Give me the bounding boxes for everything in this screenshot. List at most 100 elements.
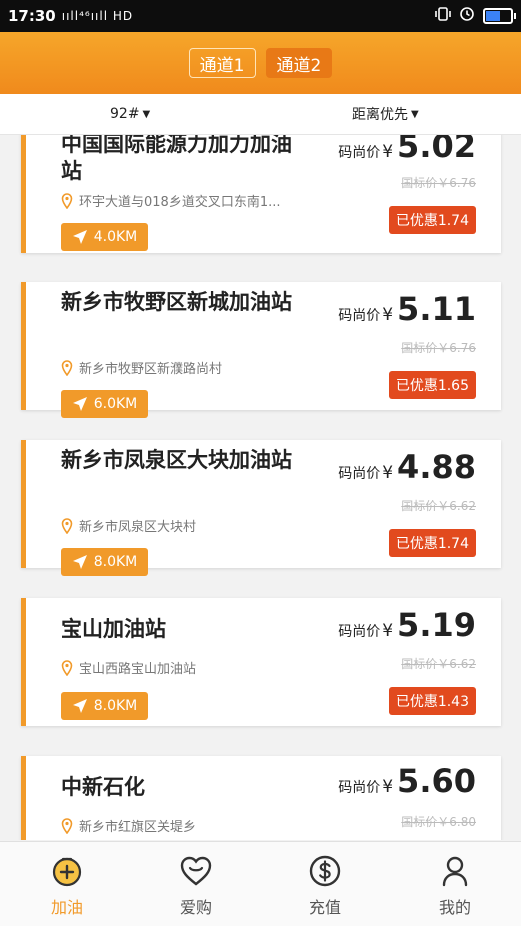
fuel-type-filter[interactable]: 92# ▼ xyxy=(110,106,150,122)
filter-bar: 92# ▼ 距离优先 ▼ xyxy=(0,94,521,135)
dollar-coin-icon xyxy=(309,855,341,887)
distance-badge[interactable]: 8.0KM xyxy=(61,692,148,720)
discount-badge: 已优惠1.74 xyxy=(388,206,476,234)
distance-text: 4.0KM xyxy=(93,229,138,245)
discount-badge: 已优惠1.74 xyxy=(388,529,476,557)
signal-icon: ııll⁴⁶ııll HD xyxy=(61,9,134,23)
station-card[interactable]: 中新石化 新乡市红旗区关堤乡 码尚价 ¥ 5.60 国标价￥6.80 xyxy=(21,756,501,840)
navigation-arrow-icon xyxy=(72,230,87,244)
discount-badge: 已优惠1.43 xyxy=(388,687,476,715)
station-name: 中国国际能源力加力加油站 xyxy=(61,135,292,183)
price-value: 5.02 xyxy=(397,135,476,165)
station-price: 码尚价 ¥ 5.19 xyxy=(338,606,476,644)
price-label: 码尚价 xyxy=(338,308,381,324)
price-label: 码尚价 xyxy=(338,466,381,482)
location-pin-icon xyxy=(61,517,73,534)
station-price: 码尚价 ¥ 4.88 xyxy=(338,448,476,486)
tab-channel-2[interactable]: 通道2 xyxy=(265,48,333,78)
nav-label: 我的 xyxy=(438,898,471,917)
card-accent-bar xyxy=(21,282,26,410)
list-price: 国标价￥6.80 xyxy=(401,815,476,829)
distance-badge[interactable]: 8.0KM xyxy=(61,548,148,576)
price-label: 码尚价 xyxy=(338,780,381,796)
station-address-text: 新乡市牧野区新濮路尚村 xyxy=(79,362,223,377)
station-price: 码尚价 ¥ 5.60 xyxy=(338,762,476,800)
price-label: 码尚价 xyxy=(338,145,381,161)
price-label: 码尚价 xyxy=(338,624,381,640)
station-name: 中新石化 xyxy=(61,775,145,799)
bottom-nav: 加油 爱购 充值 我的 xyxy=(0,841,521,926)
location-pin-icon xyxy=(61,359,73,376)
nav-label: 加油 xyxy=(50,898,83,917)
location-pin-icon xyxy=(61,192,73,209)
status-time: 17:30 xyxy=(8,7,56,25)
station-address-text: 环宇大道与018乡道交叉口东南1... xyxy=(79,195,281,210)
station-address-text: 新乡市红旗区关堤乡 xyxy=(79,820,197,835)
station-address: 新乡市牧野区新濮路尚村 xyxy=(61,358,222,377)
station-card[interactable]: 新乡市凤泉区大块加油站 新乡市凤泉区大块村 8.0KM 码尚价 ¥ 4.88 国… xyxy=(21,440,501,576)
nav-label: 爱购 xyxy=(179,898,212,917)
status-bar: 17:30 ııll⁴⁶ııll HD xyxy=(0,0,521,32)
location-pin-icon xyxy=(61,659,73,676)
currency-symbol: ¥ xyxy=(382,777,394,797)
heart-shop-icon xyxy=(180,856,212,886)
station-card[interactable]: 中国国际能源力加力加油站 环宇大道与018乡道交叉口东南1... 4.0KM 码… xyxy=(21,135,501,253)
nav-label: 充值 xyxy=(308,898,341,917)
station-card[interactable]: 宝山加油站 宝山西路宝山加油站 8.0KM 码尚价 ¥ 5.19 国标价￥6.6… xyxy=(21,598,501,726)
card-accent-bar xyxy=(21,135,26,253)
distance-badge[interactable]: 6.0KM xyxy=(61,390,148,418)
price-value: 5.19 xyxy=(397,606,476,644)
currency-symbol: ¥ xyxy=(382,305,394,325)
station-address-text: 新乡市凤泉区大块村 xyxy=(79,520,197,535)
distance-badge[interactable]: 4.0KM xyxy=(61,223,148,251)
station-price: 码尚价 ¥ 5.02 xyxy=(338,135,476,165)
station-address: 新乡市凤泉区大块村 xyxy=(61,516,196,535)
price-value: 4.88 xyxy=(397,448,476,486)
nav-item-profile[interactable]: 我的 xyxy=(415,854,495,918)
distance-text: 8.0KM xyxy=(93,554,138,570)
list-price: 国标价￥6.76 xyxy=(401,341,476,355)
station-address-text: 宝山西路宝山加油站 xyxy=(79,662,197,677)
header: 通道1 通道2 xyxy=(0,32,521,94)
caret-down-icon: ▼ xyxy=(411,108,419,120)
discount-badge: 已优惠1.65 xyxy=(388,371,476,399)
price-value: 5.60 xyxy=(397,762,476,800)
station-address: 宝山西路宝山加油站 xyxy=(61,658,196,677)
user-icon xyxy=(442,856,468,887)
fuel-type-label: 92# xyxy=(110,106,140,122)
battery-icon xyxy=(483,8,516,24)
distance-text: 6.0KM xyxy=(93,396,138,412)
tab-channel-1[interactable]: 通道1 xyxy=(188,48,256,78)
price-value: 5.11 xyxy=(397,290,476,328)
station-address: 环宇大道与018乡道交叉口东南1... xyxy=(61,191,280,210)
card-accent-bar xyxy=(21,756,26,840)
sort-label: 距离优先 xyxy=(352,107,408,123)
list-price: 国标价￥6.62 xyxy=(401,499,476,513)
caret-down-icon: ▼ xyxy=(142,108,151,120)
list-price: 国标价￥6.62 xyxy=(401,657,476,671)
sort-filter[interactable]: 距离优先 ▼ xyxy=(352,104,419,124)
station-name: 新乡市凤泉区大块加油站 xyxy=(61,448,292,472)
location-pin-icon xyxy=(61,817,73,834)
nav-item-shop[interactable]: 爱购 xyxy=(156,854,236,918)
alarm-icon xyxy=(459,6,475,26)
card-accent-bar xyxy=(21,598,26,726)
station-name: 新乡市牧野区新城加油站 xyxy=(61,290,292,314)
nav-item-recharge[interactable]: 充值 xyxy=(285,854,365,918)
station-address: 新乡市红旗区关堤乡 xyxy=(61,816,196,835)
currency-symbol: ¥ xyxy=(382,621,394,641)
navigation-arrow-icon xyxy=(72,699,87,713)
currency-symbol: ¥ xyxy=(382,142,394,162)
vibrate-icon xyxy=(435,7,451,25)
nav-item-fuel[interactable]: 加油 xyxy=(27,854,107,918)
navigation-arrow-icon xyxy=(72,397,87,411)
list-price: 国标价￥6.76 xyxy=(401,176,476,190)
station-list[interactable]: 中国国际能源力加力加油站 环宇大道与018乡道交叉口东南1... 4.0KM 码… xyxy=(0,135,521,840)
station-price: 码尚价 ¥ 5.11 xyxy=(338,290,476,328)
fuel-plus-icon xyxy=(52,857,82,887)
navigation-arrow-icon xyxy=(72,555,87,569)
currency-symbol: ¥ xyxy=(382,463,394,483)
distance-text: 8.0KM xyxy=(93,698,138,714)
station-card[interactable]: 新乡市牧野区新城加油站 新乡市牧野区新濮路尚村 6.0KM 码尚价 ¥ 5.11… xyxy=(21,282,501,418)
station-name: 宝山加油站 xyxy=(61,617,166,641)
